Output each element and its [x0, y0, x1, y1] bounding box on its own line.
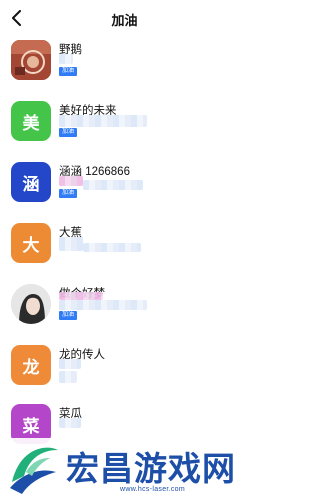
blurred-info	[59, 371, 77, 383]
status-badge: 加油	[59, 67, 78, 76]
avatar[interactable]: 大	[11, 223, 51, 263]
blurred-info	[59, 54, 73, 64]
blurred-info	[59, 292, 103, 300]
avatar-photo	[11, 284, 51, 324]
blurred-info	[83, 243, 141, 252]
avatar[interactable]: 涵	[11, 162, 51, 202]
list-item[interactable]: 野鹅 加油	[0, 38, 249, 90]
list-item[interactable]: 做个好梦 加油	[0, 282, 249, 334]
list-item[interactable]: 美 美好的未来 加油	[0, 99, 249, 151]
avatar[interactable]	[11, 284, 51, 324]
status-badge: 加油	[59, 311, 78, 320]
blurred-info	[83, 180, 143, 190]
blurred-info	[59, 115, 147, 127]
avatar-letter: 涵	[22, 174, 40, 194]
watermark-url: www.hcs-laser.com	[120, 486, 186, 493]
list-item[interactable]: 涵 涵涵 1266866 加油	[0, 160, 249, 212]
avatar[interactable]: 美	[11, 101, 51, 141]
avatar-letter: 美	[22, 113, 40, 133]
avatar-letter: 龙	[22, 357, 40, 377]
avatar-photo	[11, 40, 51, 80]
page-title: 加油	[111, 13, 138, 28]
watermark-text: 宏昌游戏网	[66, 450, 236, 487]
list-item[interactable]: 龙 龙的传人	[0, 343, 249, 395]
site-watermark: 宏昌游戏网 www.hcs-laser.com	[0, 438, 249, 500]
avatar[interactable]: 龙	[11, 345, 51, 385]
avatar-letter: 大	[22, 235, 40, 255]
blurred-info	[59, 300, 147, 310]
status-badge: 加油	[59, 189, 78, 198]
avatar-letter: 菜	[22, 416, 40, 436]
status-badge: 加油	[59, 128, 78, 137]
list-item[interactable]: 大 大蕉	[0, 221, 249, 273]
blurred-info	[59, 176, 83, 186]
avatar[interactable]	[11, 40, 51, 80]
blurred-info	[59, 359, 81, 369]
blurred-info	[59, 418, 81, 428]
watermark-logo-icon	[10, 447, 58, 494]
navigation-bar: 加油	[0, 0, 249, 38]
blurred-info	[59, 237, 83, 251]
